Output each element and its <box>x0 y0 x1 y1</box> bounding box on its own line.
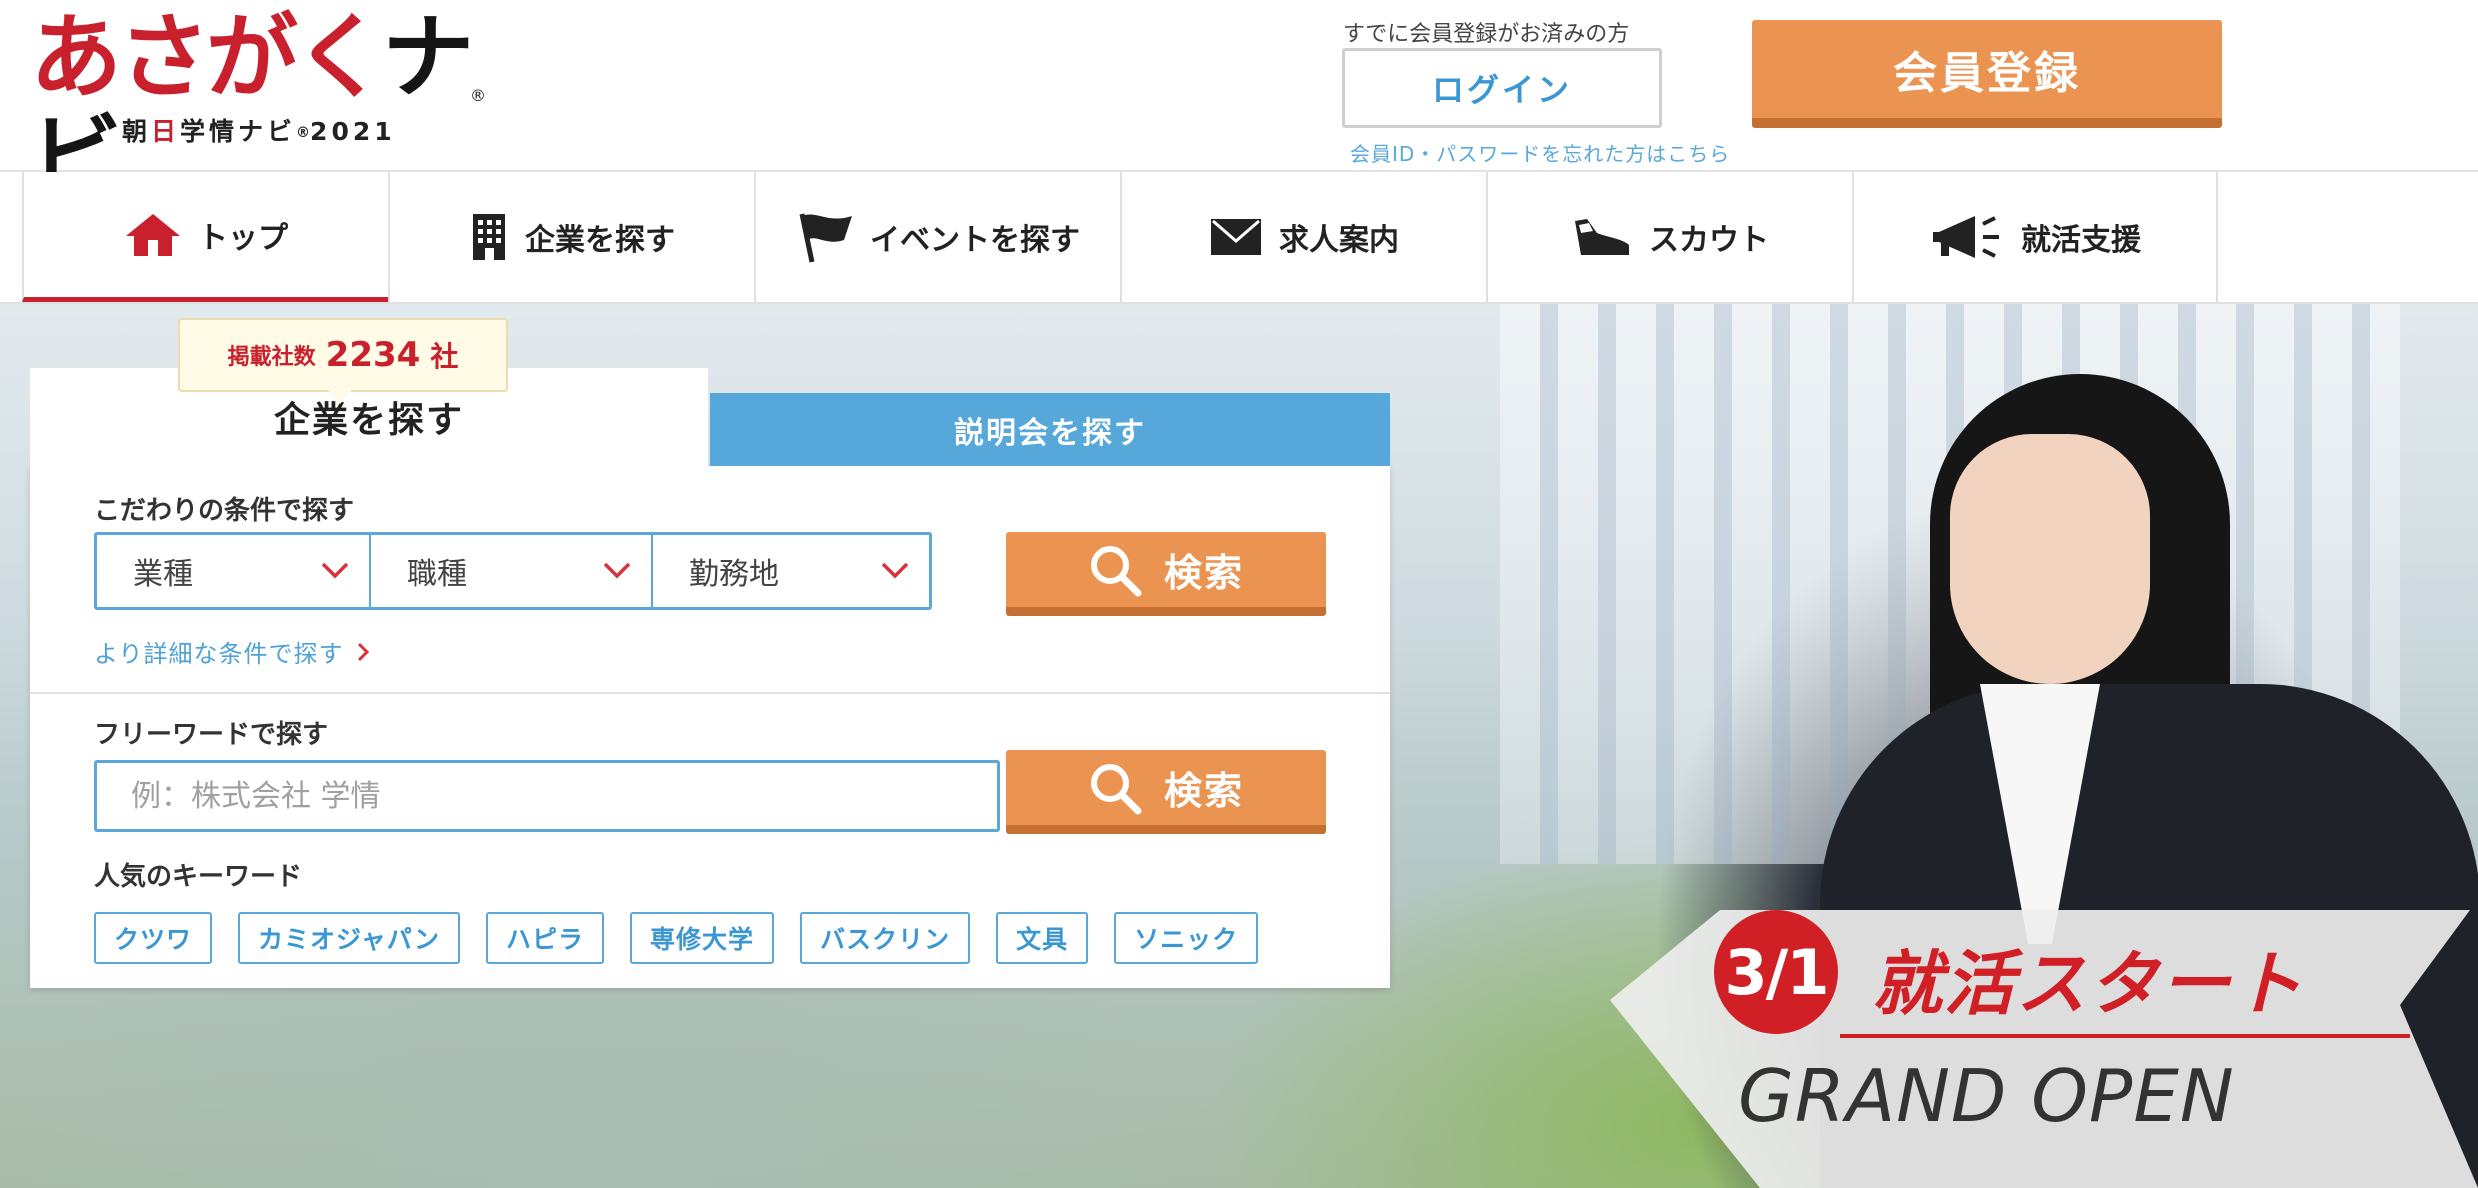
hero-person-face <box>1950 434 2150 684</box>
company-count-unit: 社 <box>430 340 459 373</box>
logo-sub-a: 朝 <box>122 117 152 146</box>
keyword-tag[interactable]: ソニック <box>1114 912 1259 964</box>
page: あさがくナビ ® 朝日学情ナビ®2021 すでに会員登録がお済みの方 ログイン … <box>0 0 2478 1188</box>
logo-subtitle: 朝日学情ナビ®2021 <box>122 112 396 148</box>
site-logo[interactable]: あさがくナビ ® 朝日学情ナビ®2021 <box>30 8 490 208</box>
banner-date-badge: 3/1 <box>1714 910 1838 1034</box>
flag-icon <box>799 213 852 263</box>
banner-underline <box>1840 1034 2410 1038</box>
location-select[interactable]: 勤務地 <box>653 535 929 607</box>
home-icon <box>126 213 180 256</box>
logo-sub-c: 学情ナビ <box>180 117 297 146</box>
nav-label: イベントを探す <box>870 223 1080 258</box>
industry-select-value: 業種 <box>133 557 193 592</box>
popular-keywords-list: クツワ カミオジャパン ハピラ 専修大学 バスクリン 文具 ソニック <box>94 912 1259 964</box>
register-button[interactable]: 会員登録 <box>1752 20 2222 128</box>
company-count-badge: 掲載社数 2234 社 <box>178 318 508 404</box>
nav-label: 企業を探す <box>525 223 675 258</box>
chevron-down-icon <box>603 562 631 579</box>
forgot-password-link[interactable]: 会員ID・パスワードを忘れた方はこちら <box>1350 138 1730 167</box>
megaphone-icon <box>1933 216 1999 258</box>
banner-subtitle: GRAND OPEN <box>1738 1054 2235 1138</box>
nav-item-jobs[interactable]: 求人案内 <box>1120 172 1486 302</box>
industry-select[interactable]: 業種 <box>97 535 371 607</box>
main-nav: トップ 企業を探す イベントを探す 求人案内 スカウト 就活支援 <box>0 172 2478 304</box>
logo-registered-mark: ® <box>470 86 486 105</box>
condition-search-button-label: 検索 <box>1163 551 1244 595</box>
company-count-value: 2234 <box>325 335 421 375</box>
detail-condition-link-label: より詳細な条件で探す <box>94 640 344 668</box>
search-icon <box>1090 763 1142 814</box>
freeword-search-button[interactable]: 検索 <box>1006 750 1326 834</box>
shoe-icon <box>1575 219 1629 255</box>
search-panel: 企業を探す 説明会を探す <box>30 368 1390 988</box>
logo-text-a: あさが <box>30 4 298 111</box>
freeword-search-button-label: 検索 <box>1163 769 1244 813</box>
condition-selects: 業種 職種 勤務地 <box>94 532 932 610</box>
site-header: あさがくナビ ® 朝日学情ナビ®2021 すでに会員登録がお済みの方 ログイン … <box>0 0 2478 208</box>
section-divider <box>30 692 1390 694</box>
freeword-input[interactable] <box>94 760 1000 832</box>
banner-title: 就活スタート <box>1872 943 2304 1025</box>
chevron-right-icon <box>357 642 369 661</box>
nav-item-scout[interactable]: スカウト <box>1486 172 1852 302</box>
location-select-value: 勤務地 <box>689 557 779 592</box>
popular-keywords-label: 人気のキーワード <box>94 862 303 892</box>
condition-search-button[interactable]: 検索 <box>1006 532 1326 616</box>
logo-sub-b: 日 <box>151 117 181 146</box>
nav-label: 就活支援 <box>2021 223 2141 258</box>
chevron-down-icon <box>321 562 349 579</box>
freeword-search-label: フリーワードで探す <box>94 720 329 750</box>
nav-label: トップ <box>198 220 288 256</box>
nav-item-support[interactable]: 就活支援 <box>1852 172 2218 302</box>
nav-item-company[interactable]: 企業を探す <box>388 172 754 302</box>
logo-sub-e: 2021 <box>310 117 396 146</box>
nav-item-event[interactable]: イベントを探す <box>754 172 1120 302</box>
chevron-down-icon <box>881 562 909 579</box>
keyword-tag[interactable]: カミオジャパン <box>238 912 461 964</box>
keyword-tag[interactable]: ハピラ <box>486 912 605 964</box>
company-count-label: 掲載社数 <box>227 345 316 370</box>
login-button[interactable]: ログイン <box>1342 48 1662 128</box>
keyword-tag[interactable]: バスクリン <box>800 912 971 964</box>
grand-open-banner[interactable]: 3/1 就活スタート GRAND OPEN <box>1610 910 2478 1188</box>
building-icon <box>473 214 505 260</box>
job-type-select-value: 職種 <box>407 557 467 592</box>
tab-seminar-search[interactable]: 説明会を探す <box>710 393 1390 466</box>
keyword-tag[interactable]: 文具 <box>996 912 1089 964</box>
condition-search-label: こだわりの条件で探す <box>94 496 355 526</box>
already-member-text: すでに会員登録がお済みの方 <box>1343 22 1630 47</box>
keyword-tag[interactable]: クツワ <box>94 912 213 964</box>
nav-label: 求人案内 <box>1279 223 1399 258</box>
nav-label: スカウト <box>1649 223 1769 258</box>
nav-item-top[interactable]: トップ <box>22 172 388 302</box>
logo-sub-d: ® <box>296 125 311 141</box>
envelope-icon <box>1211 219 1261 255</box>
search-icon <box>1090 545 1142 596</box>
detail-condition-link[interactable]: より詳細な条件で探す <box>94 634 372 669</box>
job-type-select[interactable]: 職種 <box>371 535 653 607</box>
logo-text-b: く <box>294 4 386 111</box>
keyword-tag[interactable]: 専修大学 <box>630 912 775 964</box>
